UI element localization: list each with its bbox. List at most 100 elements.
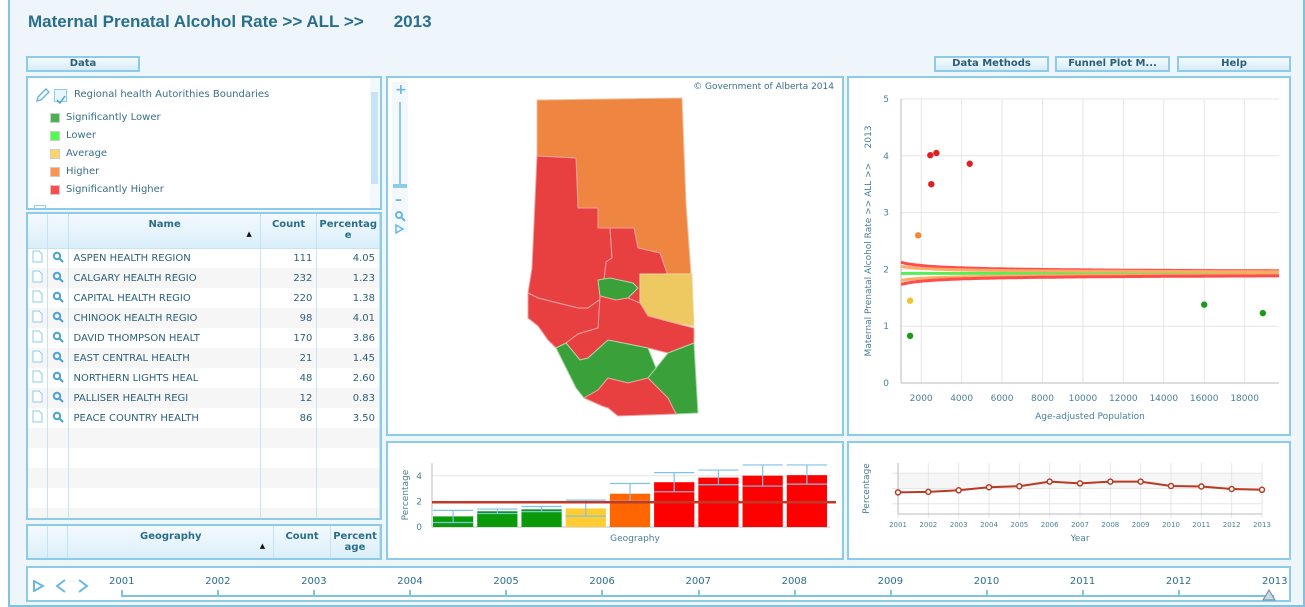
play-icon[interactable] [33, 580, 45, 592]
help-button[interactable]: Help [1177, 56, 1291, 72]
trend-point[interactable] [1258, 486, 1266, 494]
document-icon[interactable] [28, 288, 49, 308]
column-header-percentage[interactable]: Percentage [316, 214, 380, 249]
timeline-year-label[interactable]: 2006 [589, 576, 614, 587]
zoom-to-icon[interactable] [47, 288, 70, 308]
trend-line-chart[interactable]: 2001 2002 2003 2004 2005 2006 2007 2008 2009 2010… [849, 443, 1289, 558]
timeline-tick [121, 590, 123, 596]
data-point[interactable] [1259, 309, 1267, 317]
map-panel[interactable]: © Government of Alberta 2014 + – [386, 76, 844, 436]
timeline-year-label[interactable]: 2004 [397, 576, 422, 587]
x-tick-label: 2012 [1223, 521, 1241, 529]
legend-scrollbar[interactable] [370, 78, 380, 208]
x-tick-label: 6000 [991, 394, 1014, 404]
timeline-year-label[interactable]: 2002 [205, 576, 230, 587]
geography-bar-chart[interactable]: 0 2 4 Geography Percentage [388, 443, 842, 558]
timeline-year-label[interactable]: 2001 [109, 576, 134, 587]
zoom-to-icon[interactable] [47, 408, 70, 428]
clipped-layer-checkbox[interactable] [34, 205, 46, 208]
column-header-name[interactable]: Name ▲ [68, 214, 261, 249]
data-point[interactable] [966, 160, 973, 167]
timeline-year-label[interactable]: 2010 [974, 576, 999, 587]
layer-label: Regional health Autorithies Boundaries [74, 89, 270, 100]
region-name: PALLISER HEALTH REGI [68, 388, 261, 408]
funnel-plot-methods-button[interactable]: Funnel Plot M... [1055, 56, 1170, 72]
region-name: CHINOOK HEALTH REGIO [68, 308, 261, 328]
table-row[interactable]: NORTHERN LIGHTS HEAL 48 2.60 [28, 368, 380, 388]
document-icon[interactable] [28, 368, 49, 388]
zoom-to-icon[interactable] [47, 268, 70, 288]
table-row[interactable]: EAST CENTRAL HEALTH 21 1.45 [28, 348, 380, 368]
zoom-to-icon[interactable] [47, 248, 70, 268]
data-button[interactable]: Data [26, 56, 140, 72]
data-point[interactable] [906, 332, 914, 340]
document-icon[interactable] [28, 348, 49, 368]
table-row[interactable]: CALGARY HEALTH REGIO 232 1.23 [28, 268, 380, 288]
timeline-year-label[interactable]: 2009 [878, 576, 903, 587]
table-row[interactable]: ASPEN HEALTH REGION 111 4.05 [28, 248, 380, 268]
trend-point[interactable] [1137, 478, 1144, 485]
timeline-tick [1177, 590, 1180, 596]
table-row[interactable]: CHINOOK HEALTH REGIO 98 4.01 [28, 308, 380, 328]
trend-point[interactable] [1198, 483, 1205, 490]
trend-point[interactable] [1228, 485, 1235, 493]
trend-point[interactable] [955, 487, 962, 494]
data-point[interactable] [906, 297, 914, 304]
timeline-year-label[interactable]: 2013 [1262, 576, 1287, 587]
zoom-to-icon[interactable] [47, 348, 70, 368]
column-header-count[interactable]: Count [273, 526, 332, 558]
zoom-to-icon[interactable] [47, 308, 70, 328]
document-icon[interactable] [28, 248, 49, 268]
zoom-to-icon[interactable] [47, 368, 70, 388]
data-point[interactable] [933, 149, 940, 157]
trend-point[interactable] [925, 488, 932, 496]
trend-point[interactable] [1107, 478, 1114, 485]
document-icon[interactable] [28, 268, 49, 288]
alberta-map[interactable] [388, 78, 844, 436]
funnel-plot[interactable]: 0 1 2 3 4 5 2000 4000 6000 8000 10000 12000 14000 160… [849, 78, 1289, 434]
data-point[interactable] [928, 181, 935, 188]
document-icon[interactable] [28, 328, 49, 348]
data-point[interactable] [927, 152, 934, 159]
timeline-slider-handle[interactable] [1262, 589, 1276, 601]
timeline-year-label[interactable]: 2003 [301, 576, 326, 587]
table-row[interactable]: DAVID THOMPSON HEALT 170 3.86 [28, 328, 380, 348]
x-tick-label: 4000 [950, 394, 973, 404]
timeline-tick [697, 590, 700, 596]
data-methods-button[interactable]: Data Methods [934, 56, 1049, 72]
timeline-year-label[interactable]: 2011 [1070, 576, 1095, 587]
trend-point[interactable] [1016, 482, 1023, 490]
data-point[interactable] [914, 232, 922, 239]
next-year-icon[interactable] [76, 578, 90, 594]
scrollbar-thumb[interactable] [371, 92, 378, 184]
timeline-year-label[interactable]: 2007 [686, 576, 711, 587]
zoom-to-icon[interactable] [47, 328, 70, 348]
document-icon[interactable] [28, 308, 49, 328]
legend-swatch [50, 166, 60, 177]
column-header-geography[interactable]: Geography ▲ [67, 526, 275, 558]
timeline-year-label[interactable]: 2005 [493, 576, 518, 587]
pencil-icon[interactable] [34, 88, 50, 104]
trend-point[interactable] [894, 489, 902, 496]
x-tick-label: 2004 [980, 521, 998, 529]
previous-year-icon[interactable] [54, 578, 68, 594]
timeline-year-label[interactable]: 2008 [782, 576, 807, 587]
document-icon[interactable] [28, 388, 49, 408]
trend-point[interactable] [1046, 478, 1053, 485]
document-icon[interactable] [28, 408, 49, 428]
region-percentage: 4.05 [316, 248, 380, 268]
y-axis-label: Percentage [401, 469, 411, 520]
column-header-count[interactable]: Count [260, 214, 318, 249]
sort-ascending-icon: ▲ [246, 230, 252, 238]
table-row[interactable]: PEACE COUNTRY HEALTH 86 3.50 [28, 408, 380, 428]
data-point[interactable] [1201, 301, 1208, 308]
layer-checkbox[interactable] [54, 89, 67, 105]
table-row[interactable]: PALLISER HEALTH REGI 12 0.83 [28, 388, 380, 408]
trend-point[interactable] [985, 483, 993, 491]
timeline-year-label[interactable]: 2012 [1166, 576, 1191, 587]
column-header-percentage[interactable]: Percentage [330, 526, 380, 558]
trend-point[interactable] [1076, 480, 1084, 487]
zoom-to-icon[interactable] [47, 388, 70, 408]
trend-point[interactable] [1167, 482, 1175, 490]
table-row[interactable]: CAPITAL HEALTH REGIO 220 1.38 [28, 288, 380, 308]
